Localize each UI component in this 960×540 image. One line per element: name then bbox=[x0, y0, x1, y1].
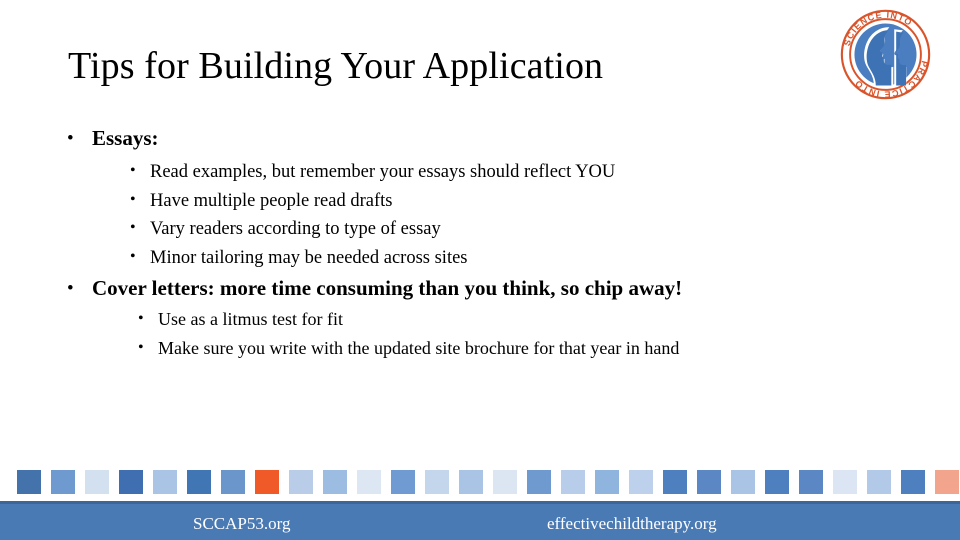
list-item: Use as a litmus test for fit bbox=[136, 304, 848, 334]
decorative-square bbox=[17, 470, 41, 494]
footer-link-effectivechildtherapy[interactable]: effectivechildtherapy.org bbox=[547, 512, 717, 536]
decorative-square bbox=[833, 470, 857, 494]
decorative-square bbox=[153, 470, 177, 494]
decorative-square bbox=[697, 470, 721, 494]
bullet-section-cover-letters: Cover letters: more time consuming than … bbox=[58, 274, 848, 363]
list-item: Have multiple people read drafts bbox=[128, 186, 848, 216]
decorative-square bbox=[935, 470, 959, 494]
bullet-list-cover-letters: Use as a litmus test for fit Make sure y… bbox=[92, 304, 848, 363]
footer-link-sccap[interactable]: SCCAP53.org bbox=[193, 512, 290, 536]
bullet-list-essays: Read examples, but remember your essays … bbox=[92, 157, 848, 273]
science-into-practice-logo: SCIENCE INTO PRACTICE INTO bbox=[837, 6, 934, 103]
decorative-square-strip bbox=[0, 470, 960, 496]
decorative-square bbox=[731, 470, 755, 494]
footer-bar: SCCAP53.org effectivechildtherapy.org bbox=[0, 501, 960, 540]
decorative-square bbox=[119, 470, 143, 494]
list-item: Make sure you write with the updated sit… bbox=[136, 333, 848, 363]
bullet-list-level1: Essays: Read examples, but remember your… bbox=[58, 124, 848, 363]
decorative-square bbox=[561, 470, 585, 494]
decorative-square bbox=[425, 470, 449, 494]
slide-canvas: Tips for Building Your Application SCIEN… bbox=[0, 0, 960, 540]
decorative-square bbox=[51, 470, 75, 494]
section-heading-essays: Essays: bbox=[92, 126, 159, 150]
section-heading-cover-letters: Cover letters: more time consuming than … bbox=[92, 276, 683, 300]
decorative-square bbox=[357, 470, 381, 494]
decorative-square bbox=[629, 470, 653, 494]
list-item: Vary readers according to type of essay bbox=[128, 214, 848, 244]
list-item: Minor tailoring may be needed across sit… bbox=[128, 243, 848, 273]
decorative-square bbox=[459, 470, 483, 494]
decorative-square bbox=[323, 470, 347, 494]
decorative-square bbox=[663, 470, 687, 494]
decorative-square bbox=[85, 470, 109, 494]
decorative-square bbox=[221, 470, 245, 494]
decorative-square bbox=[901, 470, 925, 494]
decorative-square bbox=[799, 470, 823, 494]
decorative-square bbox=[527, 470, 551, 494]
list-item: Read examples, but remember your essays … bbox=[128, 157, 848, 187]
decorative-square bbox=[595, 470, 619, 494]
decorative-square bbox=[289, 470, 313, 494]
page-title: Tips for Building Your Application bbox=[68, 45, 604, 87]
decorative-square bbox=[187, 470, 211, 494]
decorative-square bbox=[765, 470, 789, 494]
decorative-square bbox=[255, 470, 279, 494]
decorative-square bbox=[867, 470, 891, 494]
decorative-square bbox=[391, 470, 415, 494]
decorative-square bbox=[493, 470, 517, 494]
slide-body: Essays: Read examples, but remember your… bbox=[58, 124, 848, 365]
bullet-section-essays: Essays: Read examples, but remember your… bbox=[58, 124, 848, 272]
